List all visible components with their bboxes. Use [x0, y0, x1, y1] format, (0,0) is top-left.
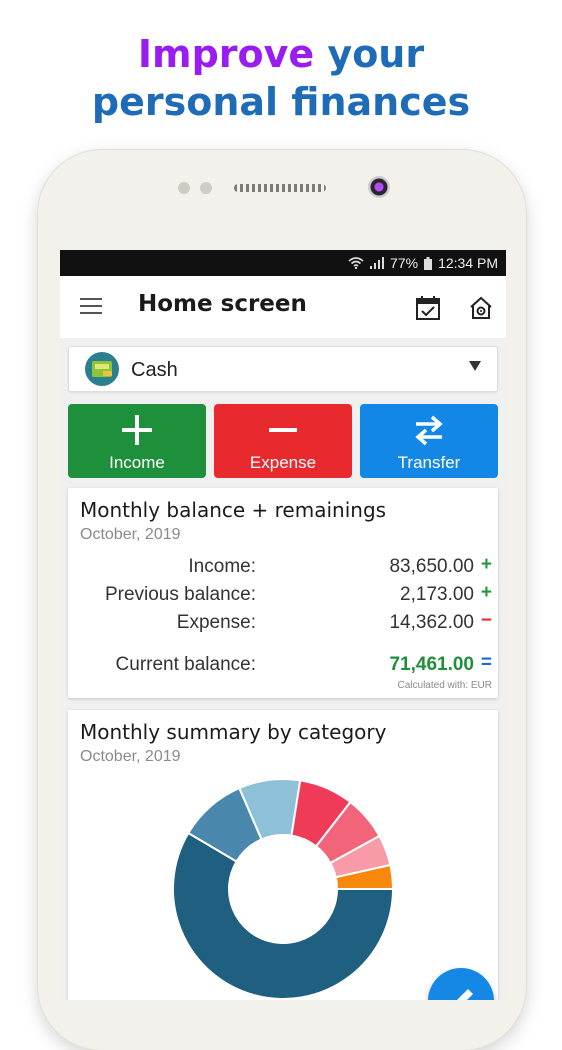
expense-row-sign: − [480, 610, 492, 631]
card-period: October, 2019 [80, 526, 181, 543]
headline-line1-rest: your [314, 32, 425, 76]
account-name: Cash [131, 359, 178, 381]
income-button[interactable]: Income [68, 404, 206, 478]
battery-icon [424, 256, 433, 270]
calculated-currency-note: Calculated with: EUR [397, 680, 492, 691]
transfer-label: Transfer [397, 453, 461, 472]
card-period: October, 2019 [80, 748, 181, 765]
current-balance-sign: = [480, 652, 492, 673]
current-balance-label: Current balance: [115, 654, 256, 675]
current-balance-value: 71,461.00 [389, 654, 474, 675]
headline-accent: Improve [137, 32, 315, 76]
expense-row-value: 14,362.00 [389, 612, 474, 633]
sensor-dot [178, 182, 190, 194]
minus-icon [269, 428, 297, 432]
menu-icon[interactable] [80, 298, 102, 314]
wallet-icon [85, 352, 119, 386]
transfer-button[interactable]: Transfer [360, 404, 498, 478]
sensor-dot [200, 182, 212, 194]
previous-balance-sign: + [480, 582, 492, 603]
calendar-check-icon[interactable] [415, 295, 441, 321]
expense-button[interactable]: Expense [214, 404, 352, 478]
transfer-arrows-icon [415, 415, 443, 446]
expense-label: Expense [249, 453, 317, 472]
promo-headline: Improve your personal finances [0, 30, 562, 126]
status-bar: 77% 12:34 PM [60, 250, 506, 276]
app-bar: Home screen [60, 276, 506, 338]
house-gear-icon[interactable] [468, 295, 494, 321]
card-title: Monthly balance + remainings [80, 498, 387, 522]
category-donut-chart[interactable] [168, 774, 398, 1000]
previous-balance-value: 2,173.00 [400, 584, 474, 605]
previous-balance-label: Previous balance: [104, 584, 256, 605]
battery-percent: 77% [390, 255, 419, 271]
income-row-label: Income: [188, 556, 256, 577]
dropdown-arrow-icon [469, 361, 481, 371]
account-selector[interactable]: Cash [68, 346, 498, 392]
edit-fab-button[interactable] [428, 968, 494, 1000]
phone-camera [368, 176, 390, 198]
phone-speaker [234, 184, 326, 192]
signal-icon [370, 257, 385, 269]
wifi-icon [348, 257, 364, 269]
income-row-value: 83,650.00 [389, 556, 474, 577]
app-screen: 77% 12:34 PM Home screen Cash Income Exp… [60, 250, 506, 1000]
income-row-sign: + [480, 554, 492, 575]
income-label: Income [109, 453, 165, 472]
monthly-balance-card: Monthly balance + remainings October, 20… [68, 488, 498, 698]
category-summary-card: Monthly summary by category October, 201… [68, 710, 498, 1000]
expense-row-label: Expense: [176, 612, 256, 633]
headline-line2: personal finances [91, 80, 471, 124]
status-time: 12:34 PM [438, 255, 498, 271]
card-title: Monthly summary by category [80, 720, 387, 744]
page-title: Home screen [138, 291, 307, 317]
plus-icon [122, 415, 152, 445]
pencil-icon [457, 989, 473, 1000]
